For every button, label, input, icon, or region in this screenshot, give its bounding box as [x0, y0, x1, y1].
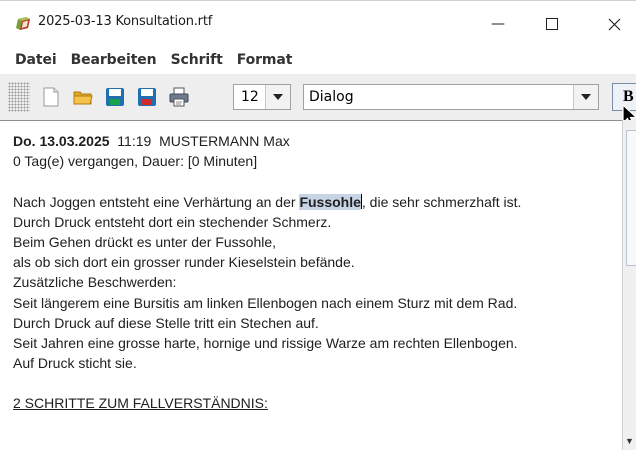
chevron-down-icon [273, 94, 283, 100]
text-line: Beim Gehen drückt es unter der Fussohle, [13, 233, 277, 250]
text-line: Nach Joggen entsteht eine Verhärtung an … [13, 192, 621, 212]
text-line: Zusätzliche Beschwerden: [13, 274, 177, 291]
text-line: Durch Druck entsteht dort ein stechender… [13, 213, 332, 230]
chevron-down-icon [581, 94, 591, 100]
elapsed-line: 0 Tag(e) vergangen, Dauer: [0 Minuten] [13, 153, 258, 170]
title-bar[interactable]: 2025-03-13 Konsultation.rtf — [0, 0, 636, 47]
consult-date: Do. 13.03.2025 [13, 133, 110, 149]
section-heading: 2 SCHRITTE ZUM FALLVERSTÄNDNIS: [13, 395, 268, 412]
maximize-button[interactable] [530, 9, 574, 39]
document-header: Do. 13.03.2025 11:19 MUSTERMANN Max [13, 131, 621, 151]
print-button[interactable] [166, 84, 192, 110]
font-size-select[interactable]: 12 [233, 84, 291, 110]
font-size-dropdown-button[interactable] [265, 85, 290, 109]
save-as-icon [138, 88, 156, 106]
text-line: als ob sich dort ein grosser runder Kies… [13, 254, 355, 271]
open-button[interactable] [70, 84, 96, 110]
document-body: Do. 13.03.2025 11:19 MUSTERMANN Max 0 Ta… [13, 131, 621, 414]
menu-datei[interactable]: Datei [15, 52, 57, 68]
text-editor[interactable]: Do. 13.03.2025 11:19 MUSTERMANN Max 0 Ta… [0, 120, 622, 450]
font-name-value: Dialog [309, 89, 354, 105]
scrollbar-thumb[interactable] [626, 130, 636, 266]
vertical-scrollbar[interactable]: ▼ [622, 120, 636, 450]
menu-bar: Datei Bearbeiten Schrift Format [0, 46, 636, 74]
save-icon [106, 88, 124, 106]
consult-time-patient: 11:19 MUSTERMANN Max [109, 133, 290, 149]
toolbar-grip[interactable] [8, 82, 30, 112]
new-document-button[interactable] [38, 84, 64, 110]
scroll-down-arrow-icon[interactable]: ▼ [625, 436, 634, 446]
open-folder-icon [73, 91, 93, 105]
toolbar: 12 Dialog B [0, 74, 636, 120]
print-icon [169, 87, 189, 107]
close-button[interactable] [592, 9, 636, 39]
text-line: Seit längerem eine Bursitis am linken El… [13, 294, 518, 311]
close-icon [608, 18, 620, 30]
text-segment: Nach Joggen entsteht eine Verhärtung an … [13, 193, 300, 210]
selected-word: Fussohle [299, 193, 361, 210]
save-as-button[interactable] [134, 84, 160, 110]
maximize-icon [546, 18, 558, 30]
menu-bearbeiten[interactable]: Bearbeiten [71, 52, 157, 68]
font-size-value: 12 [241, 89, 259, 105]
text-line: Seit Jahren eine grosse harte, hornige u… [13, 334, 518, 351]
menu-schrift[interactable]: Schrift [171, 52, 223, 68]
text-line: Auf Druck sticht sie. [13, 355, 137, 372]
window-title: 2025-03-13 Konsultation.rtf [38, 14, 213, 29]
menu-format[interactable]: Format [237, 52, 293, 68]
minimize-button[interactable]: — [476, 9, 520, 39]
font-name-dropdown-button[interactable] [573, 85, 598, 109]
bold-label: B [623, 88, 634, 105]
new-document-icon [43, 87, 59, 107]
app-icon [16, 17, 30, 30]
text-segment: , die sehr schmerzhaft ist. [361, 193, 522, 210]
save-button[interactable] [102, 84, 128, 110]
minimize-icon: — [491, 16, 505, 32]
text-line: Durch Druck auf diese Stelle tritt ein S… [13, 314, 319, 331]
font-name-select[interactable]: Dialog [303, 84, 599, 110]
